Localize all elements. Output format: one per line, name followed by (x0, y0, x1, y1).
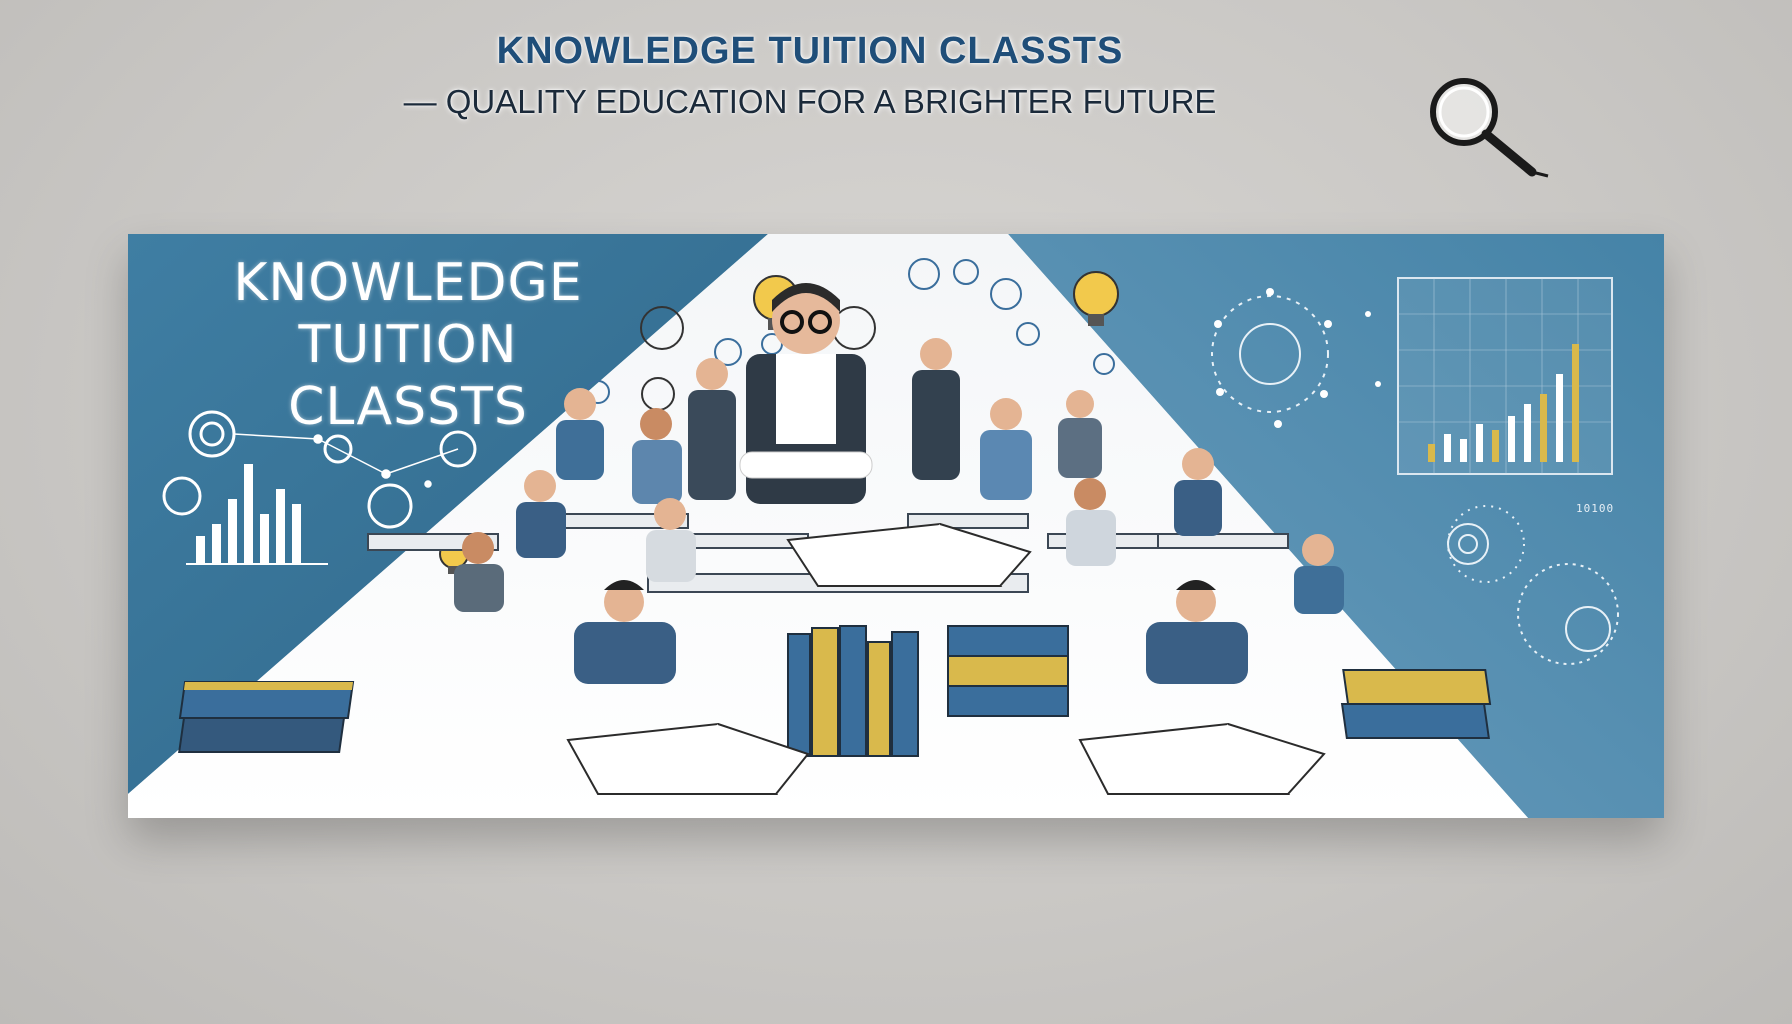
right-bar-chart-icon (1397, 277, 1613, 475)
banner-title-line-3: CLASSTS (288, 377, 528, 437)
magnifying-glass-icon (1430, 78, 1549, 178)
banner-title-line-2: TUITION (298, 315, 518, 375)
headline: KNOWLEDGE TUITION CLASSTS — QUALITY EDUC… (0, 30, 1620, 121)
chart-caption: 10100 (1576, 502, 1615, 515)
banner-title: KNOWLEDGE TUITION CLASSTS (198, 252, 618, 438)
banner-title-line-1: KNOWLEDGE (233, 253, 583, 313)
page-tagline: — QUALITY EDUCATION FOR A BRIGHTER FUTUR… (403, 83, 1217, 120)
banner: KNOWLEDGE TUITION CLASSTS 10100 (128, 234, 1664, 818)
page-title: KNOWLEDGE TUITION CLASSTS (496, 30, 1124, 72)
